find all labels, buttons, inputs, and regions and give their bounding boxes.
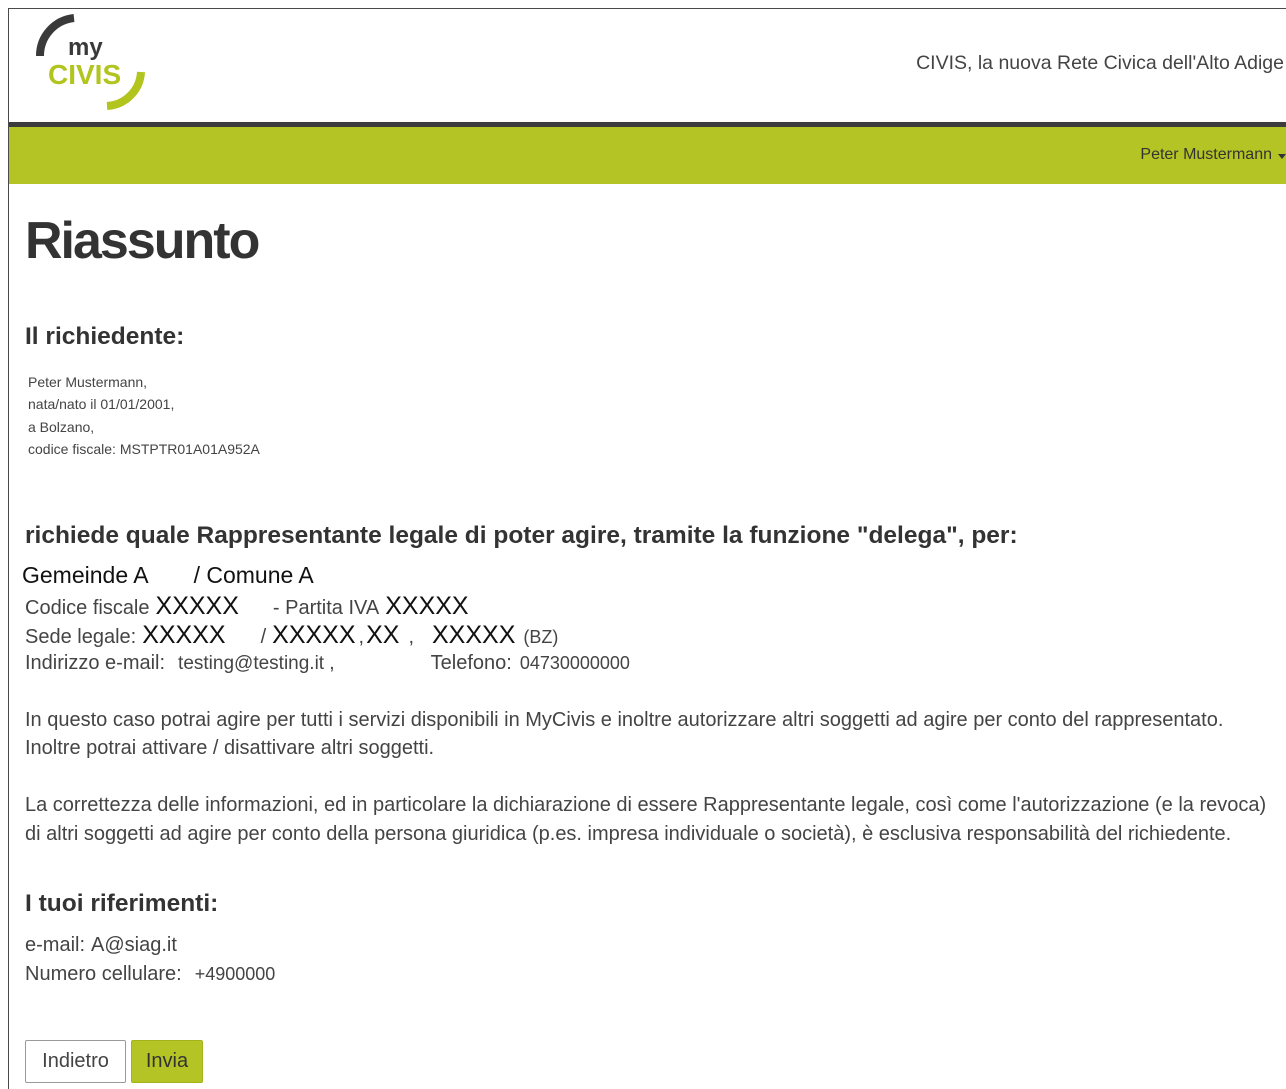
site-header: my CIVIS CIVIS, la nuova Rete Civica del… <box>9 9 1286 122</box>
reference-email-value: A@siag.it <box>91 934 177 956</box>
seat-value: XXXXX <box>432 621 516 649</box>
paragraph-line: La correttezza delle informazioni, ed in… <box>25 794 1267 816</box>
seat-value: XX <box>366 621 400 649</box>
reference-mobile-row: Numero cellulare: +4900000 <box>25 960 275 988</box>
user-menu[interactable]: Peter Mustermann <box>1140 144 1286 166</box>
vat-label: - Partita IVA <box>272 597 380 619</box>
seat-value: XXXXX <box>142 621 226 649</box>
reference-mobile-label: Numero cellulare: <box>25 963 182 985</box>
entity-phone-label: Telefono: <box>430 652 512 674</box>
applicant-line: a Bolzano, <box>28 418 95 435</box>
user-menu-name: Peter Mustermann <box>1140 146 1272 163</box>
applicant-line: codice fiscale: MSTPTR01A01A952A <box>28 441 260 458</box>
applicant-details: Peter Mustermann, nata/nato il 01/01/200… <box>28 371 260 461</box>
mycivis-logo[interactable]: my CIVIS <box>9 9 159 119</box>
logo-text-my: my <box>68 34 103 61</box>
paragraph-line: In questo caso potrai agire per tutti i … <box>25 709 1224 731</box>
entity-name-de: Gemeinde A <box>22 562 149 588</box>
entity-tax-row: Codice fiscale XXXXX - Partita IVA XXXXX <box>25 591 469 623</box>
entity-name-row: Gemeinde A / Comune A <box>22 561 314 589</box>
logo-text-civis: CIVIS <box>48 59 121 90</box>
reference-mobile-value: +4900000 <box>194 964 276 984</box>
references-heading: I tuoi riferimenti: <box>25 890 219 917</box>
reference-email-row: e-mail: A@siag.it <box>25 931 177 959</box>
info-paragraph-scope: In questo caso potrai agire per tutti i … <box>25 706 1223 762</box>
entity-contact-row: Indirizzo e-mail: testing@testing.it , T… <box>25 648 630 679</box>
entity-email-value: testing@testing.it <box>178 653 325 674</box>
seat-value: XXXXX <box>272 621 356 649</box>
entity-phone-value: 04730000000 <box>519 653 630 673</box>
entity-email-comma: , <box>329 652 335 674</box>
tax-code-value: XXXXX <box>155 592 239 620</box>
reference-email-label: e-mail: <box>25 934 86 956</box>
applicant-heading: Il richiedente: <box>25 323 185 350</box>
info-paragraph-responsibility: La correttezza delle informazioni, ed in… <box>25 791 1266 848</box>
applicant-line: Peter Mustermann, <box>28 374 148 390</box>
page-title: Riassunto <box>25 212 260 270</box>
back-button[interactable]: Indietro <box>25 1040 126 1083</box>
vat-value: XXXXX <box>385 592 469 620</box>
submit-button[interactable]: Invia <box>131 1040 203 1083</box>
tax-code-label: Codice fiscale <box>25 597 150 619</box>
request-heading: richiede quale Rappresentante legale di … <box>25 522 1018 549</box>
entity-name-it: / Comune A <box>193 562 314 588</box>
top-navbar: Peter Mustermann <box>9 127 1286 184</box>
site-tagline: CIVIS, la nuova Rete Civica dell'Alto Ad… <box>916 52 1284 74</box>
caret-down-icon <box>1278 154 1286 159</box>
paragraph-line: di altri soggetti ad agire per conto del… <box>25 822 1232 845</box>
entity-email-label: Indirizzo e-mail: <box>25 652 166 674</box>
paragraph-line: Inoltre potrai attivare / disattivare al… <box>25 737 435 759</box>
main-content: Riassunto Il richiedente: Peter Musterma… <box>9 184 1286 1089</box>
applicant-line: nata/nato il 01/01/2001, <box>28 396 175 413</box>
